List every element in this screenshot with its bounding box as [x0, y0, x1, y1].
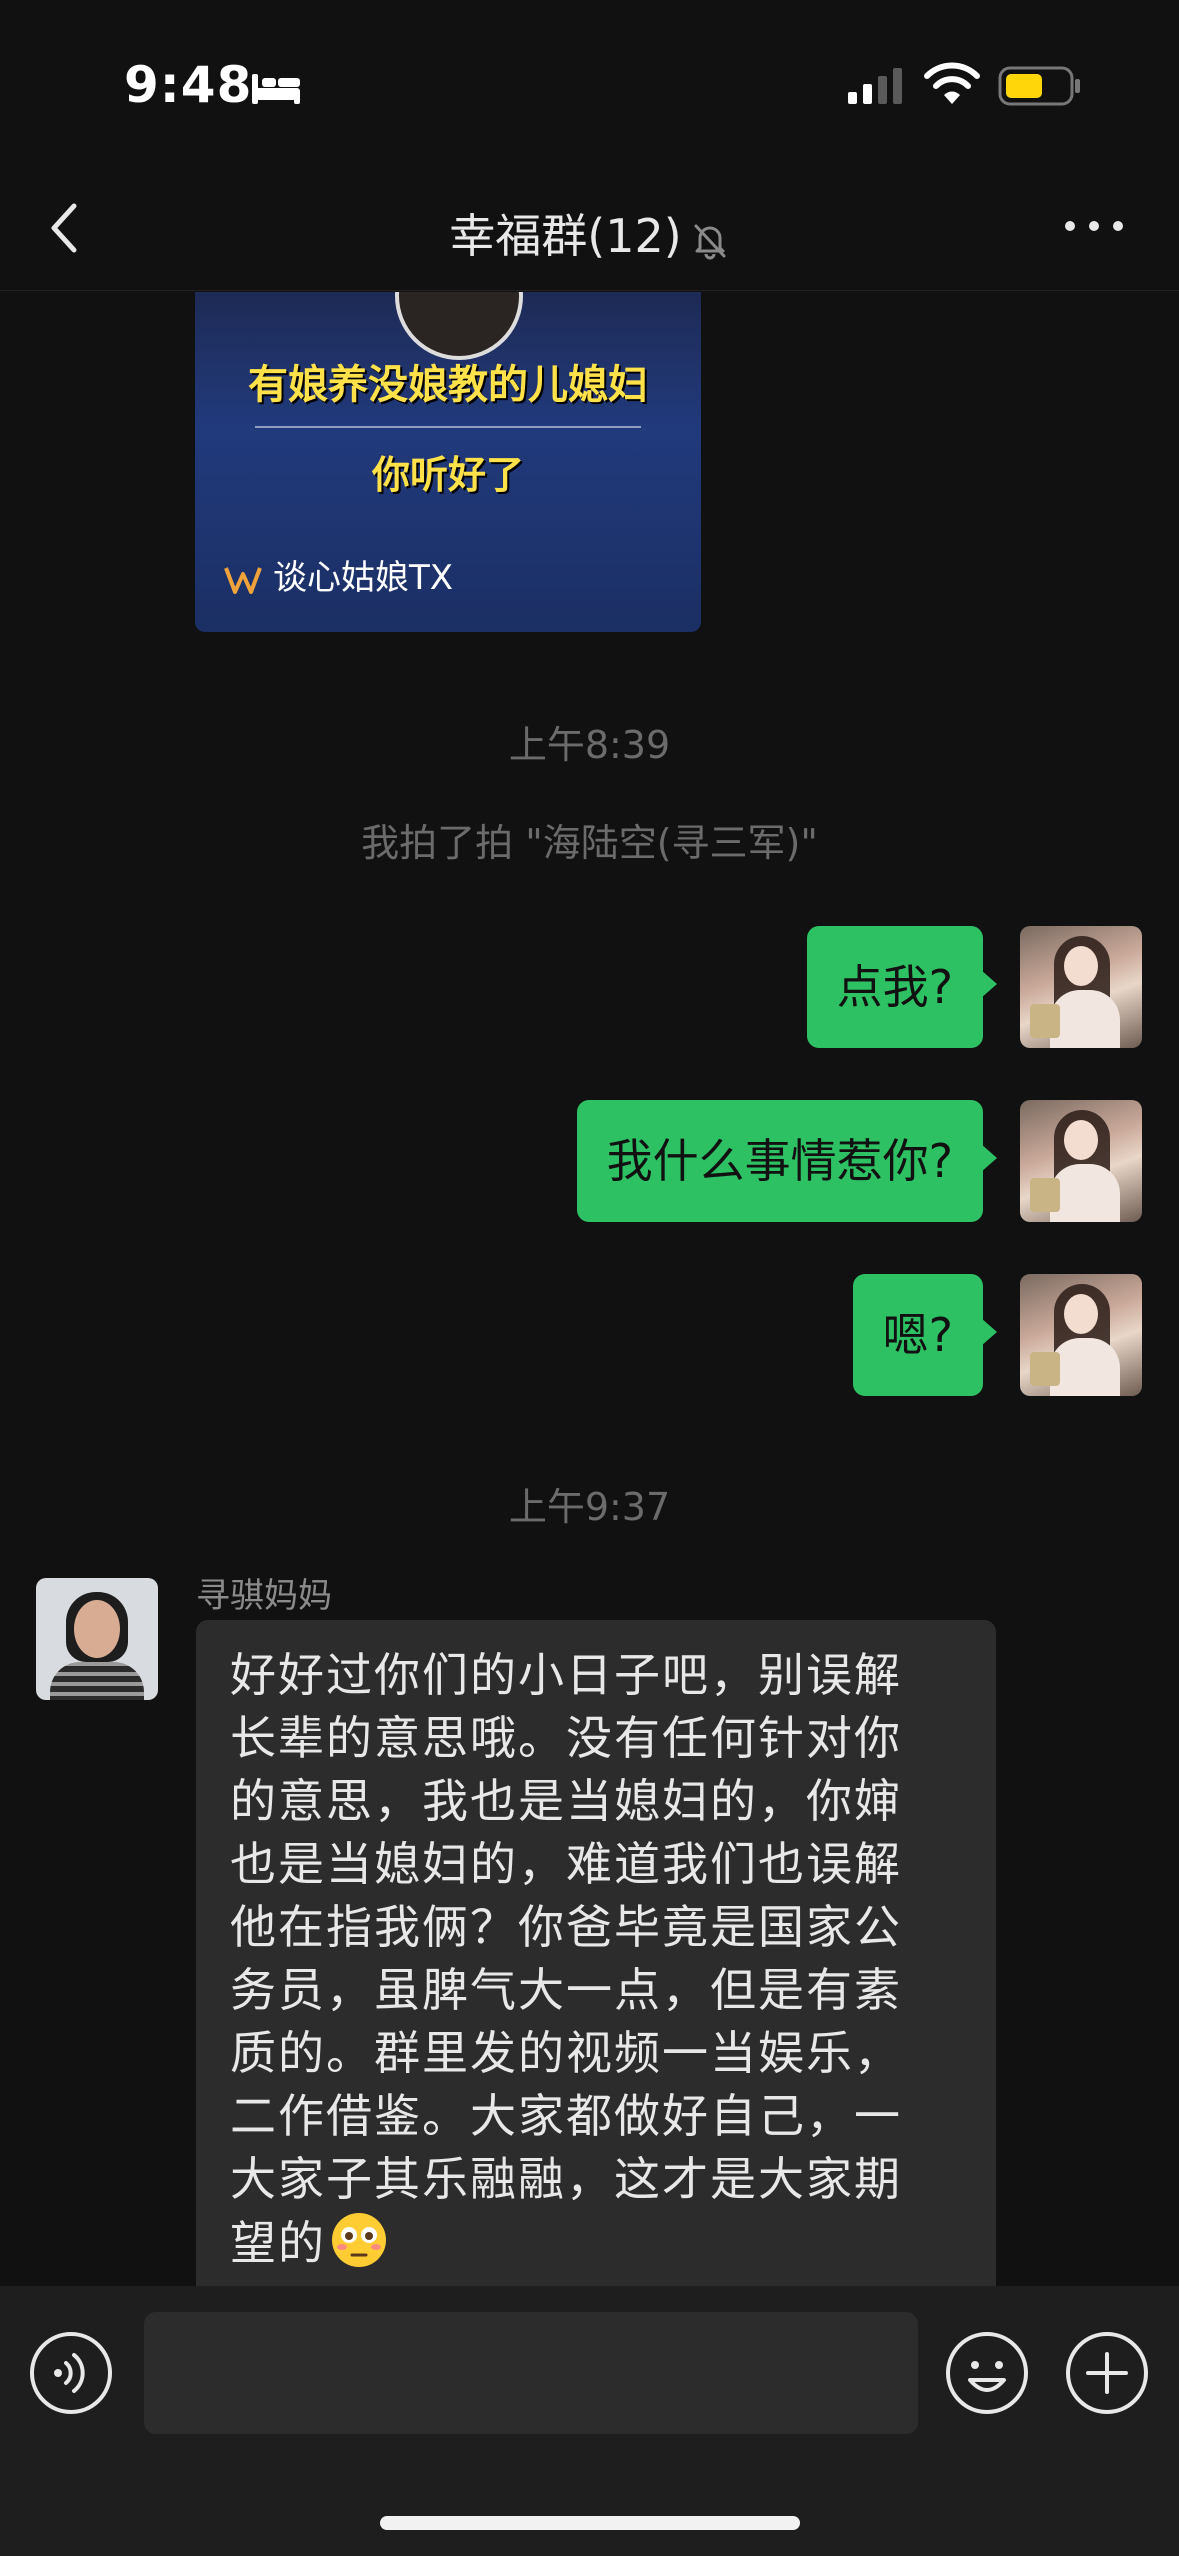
timestamp: 上午8:39 — [508, 723, 671, 767]
incoming-message[interactable]: 好好过你们的小日子吧，别误解 长辈的意思哦。没有任何针对你 的意思，我也是当媳妇… — [196, 1620, 996, 2300]
video-caption-divider — [255, 426, 641, 428]
flushed-face-emoji — [332, 2213, 386, 2267]
wifi-icon — [924, 62, 980, 104]
chat-title: 幸福群(12) — [0, 200, 1179, 266]
message-line-last: 望的 — [230, 2211, 962, 2275]
video-thumbnail-person — [395, 292, 523, 360]
video-source-name: 谈心姑娘TX — [273, 558, 454, 598]
avatar[interactable] — [36, 1578, 158, 1700]
message-line: 的意思，我也是当媳妇的，你婶 — [230, 1774, 902, 1828]
channels-logo-icon — [224, 566, 262, 594]
pat-notice: 我拍了拍 "海陆空(寻三军)" — [361, 821, 818, 865]
message-line: 长辈的意思哦。没有任何针对你 — [230, 1711, 902, 1765]
bed-icon — [252, 74, 300, 104]
message-line: 二作借鉴。大家都做好自己，一 — [230, 2089, 902, 2143]
voice-icon[interactable] — [28, 2330, 114, 2416]
more-icon[interactable] — [1062, 214, 1126, 238]
battery-icon — [998, 66, 1080, 106]
message-line: 质的。群里发的视频一当娱乐， — [230, 2026, 902, 2080]
message-line: 望的 — [230, 2216, 326, 2270]
home-indicator[interactable] — [380, 2516, 800, 2530]
status-bar: 9:48 — [0, 0, 1179, 170]
message-line: 也是当媳妇的，难道我们也误解 — [230, 1837, 902, 1891]
chat-header: 幸福群(12) — [0, 170, 1179, 291]
plus-icon[interactable] — [1064, 2330, 1150, 2416]
timestamp: 上午9:37 — [508, 1485, 671, 1529]
avatar[interactable] — [1020, 1100, 1142, 1222]
mute-bell-icon — [694, 224, 726, 259]
video-source: 谈心姑娘TX — [223, 550, 453, 599]
message-line: 他在指我俩？你爸毕竟是国家公 — [230, 1900, 902, 1954]
avatar[interactable] — [1020, 926, 1142, 1048]
emoji-icon[interactable] — [944, 2330, 1030, 2416]
outgoing-message[interactable]: 点我? — [806, 926, 998, 1048]
status-time: 9:48 — [124, 56, 253, 114]
shared-video-card[interactable]: 有娘养没娘教的儿媳妇 你听好了 谈心姑娘TX — [195, 292, 701, 632]
sender-name: 寻骐妈妈 — [196, 1576, 332, 1616]
message-line: 务员，虽脾气大一点，但是有素 — [230, 1963, 902, 2017]
outgoing-message[interactable]: 嗯? — [852, 1274, 998, 1396]
video-caption-line2: 你听好了 — [371, 453, 524, 497]
message-line: 大家子其乐融融，这才是大家期 — [230, 2152, 902, 2206]
outgoing-message[interactable]: 我什么事情惹你? — [576, 1100, 998, 1222]
signal-icon — [848, 68, 902, 104]
message-input[interactable] — [144, 2312, 918, 2434]
avatar[interactable] — [1020, 1274, 1142, 1396]
message-line: 好好过你们的小日子吧，别误解 — [230, 1648, 902, 1702]
video-caption-line1: 有娘养没娘教的儿媳妇 — [248, 362, 648, 408]
group-name: 幸福群(12) — [449, 209, 682, 263]
